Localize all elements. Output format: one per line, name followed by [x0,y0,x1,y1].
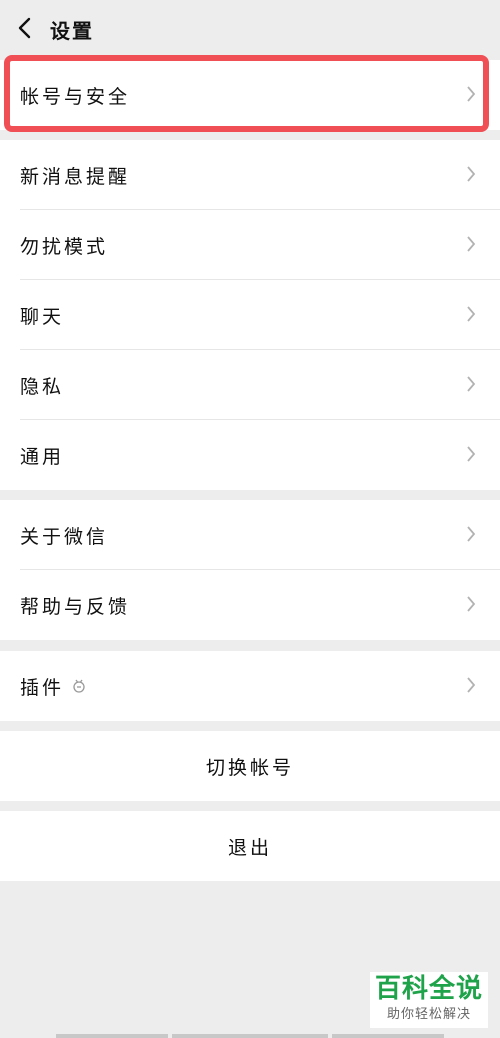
settings-item-privacy[interactable]: 隐私 [0,350,500,420]
watermark-logo: 百科全说 助你轻松解决 [370,972,488,1028]
settings-item-help-feedback[interactable]: 帮助与反馈 [0,570,500,640]
settings-item-account-security[interactable]: 帐号与安全 [0,60,500,130]
top-bar: 设置 [0,0,500,56]
bottom-bar-hint [0,1034,500,1038]
settings-item-label: 隐私 [20,375,65,398]
settings-item-general[interactable]: 通用 [0,420,500,490]
chevron-right-icon [467,446,476,462]
settings-item-do-not-disturb[interactable]: 勿扰模式 [0,210,500,280]
page-title: 设置 [50,19,94,43]
chevron-right-icon [467,86,476,102]
watermark-subtitle: 助你轻松解决 [386,1007,471,1022]
settings-group-plugins: 插件 [0,651,500,721]
settings-item-label: 插件 [20,676,65,699]
settings-item-plugins[interactable]: 插件 [0,651,500,721]
chevron-right-icon [467,677,476,693]
back-arrow-icon[interactable] [14,16,36,40]
settings-item-label: 新消息提醒 [20,165,131,188]
settings-group-about: 关于微信 帮助与反馈 [0,500,500,640]
settings-item-label: 帐号与安全 [20,85,131,108]
settings-item-label: 关于微信 [20,525,109,548]
switch-account-label: 切换帐号 [205,756,294,779]
settings-group-main: 新消息提醒 勿扰模式 聊天 隐私 通用 [0,140,500,490]
settings-item-label: 聊天 [20,305,65,328]
logout-group: 退出 [0,811,500,881]
settings-item-new-message-alerts[interactable]: 新消息提醒 [0,140,500,210]
settings-item-label: 帮助与反馈 [20,595,131,618]
chevron-right-icon [467,236,476,252]
watermark-title: 百科全说 [374,974,483,1004]
switch-account-group: 切换帐号 [0,731,500,801]
chevron-right-icon [467,596,476,612]
settings-item-label: 通用 [20,445,65,468]
settings-item-chat[interactable]: 聊天 [0,280,500,350]
switch-account-button[interactable]: 切换帐号 [0,731,500,801]
chevron-right-icon [467,166,476,182]
plugin-bug-icon [73,679,85,693]
logout-button[interactable]: 退出 [0,811,500,881]
logout-label: 退出 [227,836,272,859]
settings-item-about-wechat[interactable]: 关于微信 [0,500,500,570]
settings-group-account: 帐号与安全 [0,60,500,130]
settings-item-label: 勿扰模式 [20,235,109,258]
chevron-right-icon [467,376,476,392]
chevron-right-icon [467,306,476,322]
chevron-right-icon [467,526,476,542]
